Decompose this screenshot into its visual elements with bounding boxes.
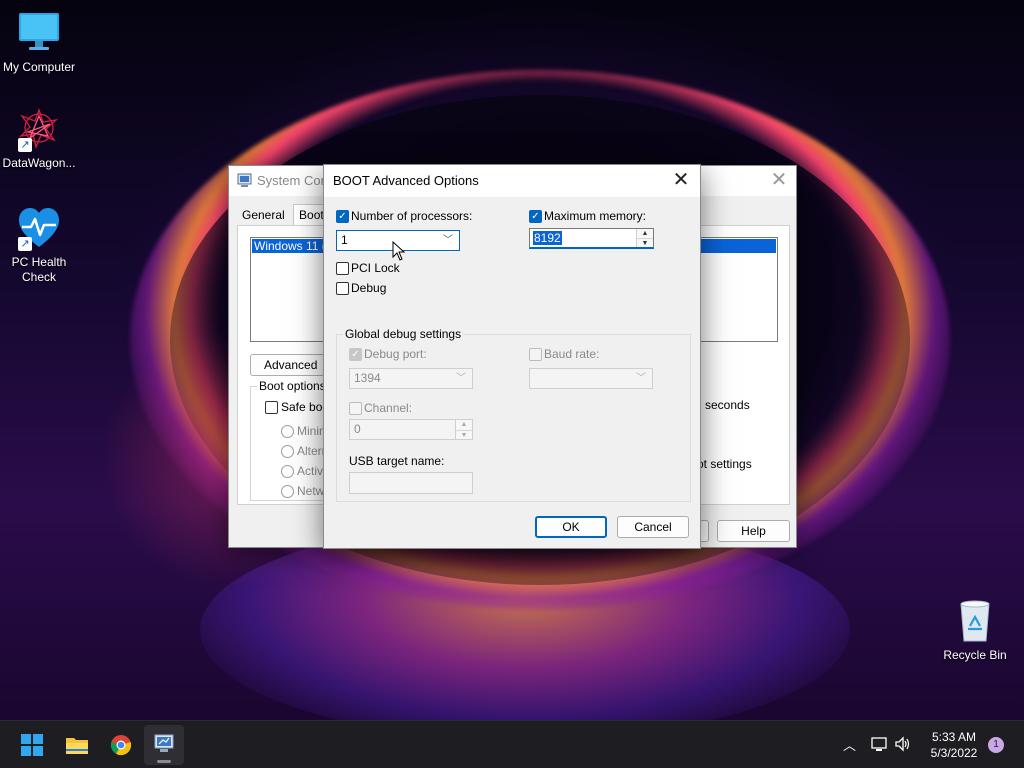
baud-rate-checkbox[interactable] xyxy=(529,348,542,361)
folder-icon xyxy=(66,738,88,754)
boot-options-legend: Boot options xyxy=(257,379,328,393)
safe-boot-radio[interactable] xyxy=(281,425,294,438)
desktop-icon-label: Recycle Bin xyxy=(943,648,1007,662)
close-icon[interactable]: ✕ xyxy=(764,167,794,195)
datawagon-logo-icon: ↗ xyxy=(16,106,62,152)
msconfig-icon xyxy=(154,734,174,752)
ok-button[interactable]: OK xyxy=(535,516,607,538)
tab-strip: General Boot xyxy=(237,204,330,226)
maximum-memory-value: 8192 xyxy=(533,231,562,245)
desktop-icon-label: DataWagon... xyxy=(2,156,76,170)
clock-time: 5:33 AM xyxy=(931,730,977,744)
debug-port-select[interactable]: 1394 ﹀ xyxy=(349,368,473,389)
spin-up-icon[interactable]: ▲ xyxy=(637,229,653,238)
spin-up-icon[interactable]: ▲ xyxy=(456,420,472,430)
global-debug-settings-legend: Global debug settings xyxy=(343,327,464,341)
chrome-button[interactable] xyxy=(101,725,141,765)
spin-down-icon[interactable]: ▼ xyxy=(637,238,653,247)
close-icon[interactable]: ✕ xyxy=(666,167,696,195)
desktop-icon-recycle-bin[interactable]: Recycle Bin xyxy=(936,598,1014,663)
make-permanent-label: ot settings xyxy=(697,457,752,471)
pci-lock-checkbox[interactable] xyxy=(336,262,349,275)
start-button[interactable] xyxy=(12,725,52,765)
dialog-titlebar[interactable]: BOOT Advanced Options ✕ xyxy=(324,165,700,197)
taskbar: ︿ 5:33 AM 5/3/2022 1 xyxy=(0,720,1024,768)
chevron-up-icon[interactable]: ︿ xyxy=(843,735,856,754)
network-icon[interactable] xyxy=(870,735,888,756)
safe-boot-radio[interactable] xyxy=(281,485,294,498)
tab-general[interactable]: General xyxy=(237,205,290,225)
debug-label: Debug xyxy=(351,281,387,295)
baud-rate-select[interactable]: ﹀ xyxy=(529,368,653,389)
number-of-processors-value: 1 xyxy=(341,233,348,247)
desktop-icon-label: PC Health Check xyxy=(11,255,67,284)
desktop-icon-datawagon[interactable]: ↗ DataWagon... xyxy=(0,106,78,171)
usb-target-name-input[interactable] xyxy=(349,472,473,494)
msconfig-icon xyxy=(237,173,252,191)
safe-boot-checkbox[interactable] xyxy=(265,401,278,414)
cancel-button[interactable]: Cancel xyxy=(617,516,689,538)
timeout-seconds-label: seconds xyxy=(705,398,750,412)
number-of-processors-checkbox[interactable]: ✓ xyxy=(336,210,349,223)
channel-checkbox[interactable] xyxy=(349,402,362,415)
safe-boot-radio[interactable] xyxy=(281,465,294,478)
desktop-icon-my-computer[interactable]: My Computer xyxy=(0,10,78,75)
chevron-down-icon: ﹀ xyxy=(456,373,466,384)
channel-label: Channel: xyxy=(364,401,413,415)
channel-value: 0 xyxy=(354,422,361,436)
active-app-indicator xyxy=(157,760,171,763)
channel-spinner[interactable]: ▲ ▼ xyxy=(455,420,472,439)
volume-icon[interactable] xyxy=(894,735,912,756)
notification-badge[interactable]: 1 xyxy=(988,737,1004,753)
desktop-icon-pc-health-check[interactable]: ↗ PC Health Check xyxy=(0,205,78,285)
debug-checkbox[interactable] xyxy=(336,282,349,295)
clock[interactable]: 5:33 AM 5/3/2022 xyxy=(918,729,990,761)
recycle-bin-icon xyxy=(952,598,998,644)
usb-target-name-label: USB target name: xyxy=(349,454,445,468)
maximum-memory-checkbox[interactable]: ✓ xyxy=(529,210,542,223)
maximum-memory-input[interactable]: 8192 ▲ ▼ xyxy=(529,228,654,249)
baud-rate-label: Baud rate: xyxy=(544,347,600,361)
maximum-memory-spinner[interactable]: ▲ ▼ xyxy=(636,229,653,247)
safe-boot-radio[interactable] xyxy=(281,445,294,458)
chevron-down-icon: ﹀ xyxy=(636,373,646,384)
advanced-options-button[interactable]: Advanced op xyxy=(250,354,330,392)
channel-input[interactable]: 0 ▲ ▼ xyxy=(349,419,473,440)
mouse-cursor-icon xyxy=(392,240,406,264)
heart-pulse-icon: ↗ xyxy=(16,205,62,251)
debug-port-label: Debug port: xyxy=(364,347,427,361)
number-of-processors-label: Number of processors: xyxy=(351,209,473,223)
shortcut-arrow-icon: ↗ xyxy=(18,138,32,152)
boot-advanced-options-dialog: BOOT Advanced Options ✕ ✓ Number of proc… xyxy=(323,164,701,549)
safe-boot-label: Safe boo xyxy=(281,400,330,414)
help-button[interactable]: Help xyxy=(717,520,790,542)
debug-port-checkbox[interactable]: ✓ xyxy=(349,348,362,361)
monitor-icon xyxy=(16,10,62,56)
shortcut-arrow-icon: ↗ xyxy=(18,237,32,251)
system-configuration-taskbar-button[interactable] xyxy=(144,725,184,765)
file-explorer-button[interactable] xyxy=(57,725,97,765)
dialog-title: BOOT Advanced Options xyxy=(333,173,479,188)
debug-port-value: 1394 xyxy=(354,371,381,385)
desktop-icon-label: My Computer xyxy=(2,60,76,74)
chrome-icon xyxy=(110,735,132,756)
maximum-memory-label: Maximum memory: xyxy=(544,209,647,223)
window-title: System Conf xyxy=(257,173,332,188)
windows-logo-icon xyxy=(21,734,43,756)
chevron-down-icon: ﹀ xyxy=(443,235,453,246)
clock-date: 5/3/2022 xyxy=(930,746,978,760)
spin-down-icon[interactable]: ▼ xyxy=(456,429,472,440)
